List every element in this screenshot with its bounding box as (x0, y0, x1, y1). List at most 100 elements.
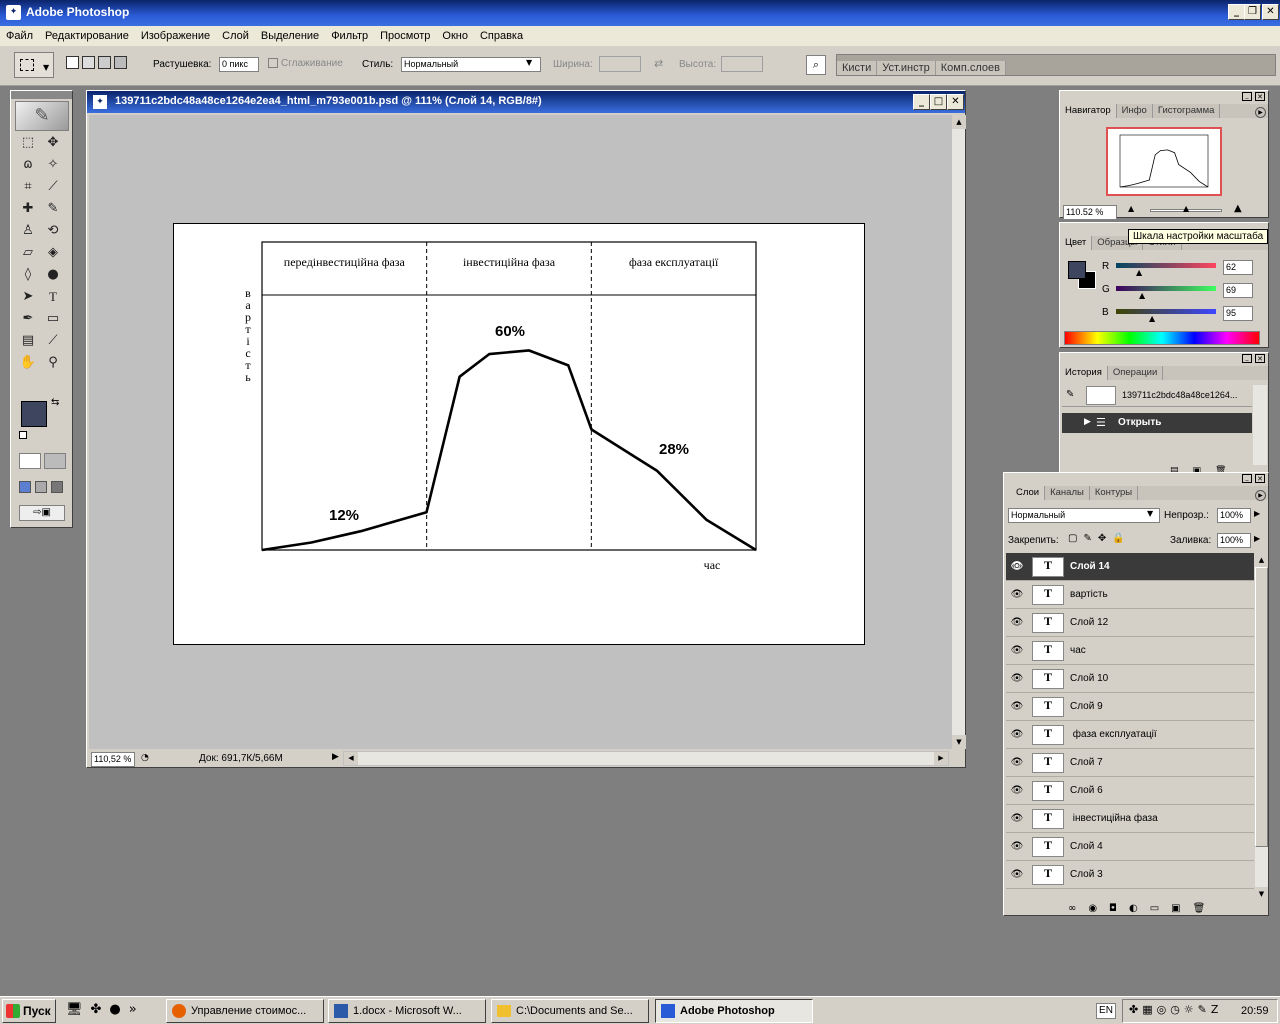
layer-row[interactable]: 👁 T Слой 7 (1006, 749, 1254, 777)
r-value-input[interactable]: 62 (1223, 260, 1253, 275)
menu-item-4[interactable]: Выделение (255, 30, 325, 42)
tab-layers[interactable]: Слои (1004, 486, 1046, 500)
crop-tool-icon[interactable]: ⌗ (18, 177, 38, 197)
doc-close-button[interactable]: ✕ (947, 94, 964, 110)
tab-navigator[interactable]: Навигатор (1060, 104, 1117, 118)
fill-arrow-icon[interactable]: ▶ (1254, 534, 1260, 543)
history-close-icon[interactable]: ✕ (1255, 354, 1265, 363)
tray-icons[interactable]: ✤▦◎◷☼✎Z (1129, 1003, 1222, 1016)
hand-tool-icon[interactable]: ✋ (18, 353, 38, 373)
tab-actions[interactable]: Операции (1108, 366, 1164, 380)
vertical-scrollbar[interactable]: ▲ ▼ (951, 115, 966, 749)
marquee-tool-preset[interactable]: ▼ (14, 52, 54, 78)
zoom-slider-thumb[interactable]: ▲ (1183, 204, 1189, 213)
visibility-eye-icon[interactable]: 👁 (1006, 721, 1028, 749)
feather-logo-icon[interactable]: ✎ (15, 101, 69, 131)
type-tool-icon[interactable]: T (43, 287, 63, 307)
taskbar-item-explorer[interactable]: C:\Documents and Se... (491, 999, 649, 1023)
history-minimize-icon[interactable]: _ (1242, 354, 1252, 363)
history-step-row[interactable]: ▶ ☰ Открыть (1062, 413, 1252, 433)
menu-item-6[interactable]: Просмотр (374, 30, 436, 42)
height-input[interactable] (721, 56, 763, 72)
layer-row[interactable]: 👁 Tчас (1006, 637, 1254, 665)
feather-input[interactable]: 0 пикс (219, 57, 259, 72)
navigator-thumbnail[interactable] (1106, 127, 1222, 196)
screen-mode-icons[interactable] (19, 481, 69, 495)
blend-chevron-down-icon[interactable]: ▼ (1147, 509, 1153, 518)
healing-brush-icon[interactable]: ✚ (18, 199, 38, 219)
swap-icon[interactable]: ⇄ (654, 57, 663, 70)
layer-row[interactable]: 👁 T Слой 3 (1006, 861, 1254, 889)
standard-mode-button[interactable] (19, 453, 41, 469)
layers-close-icon[interactable]: ✕ (1255, 474, 1265, 483)
visibility-eye-icon[interactable]: 👁 (1006, 609, 1028, 637)
notes-tool-icon[interactable]: ▤ (18, 331, 38, 351)
restore-button[interactable]: ❐ (1244, 4, 1261, 20)
panel-minimize-icon[interactable]: _ (1242, 92, 1252, 101)
layers-footer-icons[interactable]: ∞◉◘◐▭▣🗑 (1068, 903, 1264, 914)
taskbar-item-photoshop[interactable]: Adobe Photoshop (655, 999, 813, 1023)
menu-item-7[interactable]: Окно (436, 30, 474, 42)
slice-tool-icon[interactable]: ⟋ (43, 177, 63, 197)
visibility-eye-icon[interactable]: 👁 (1006, 581, 1028, 609)
tab-info[interactable]: Инфо (1117, 104, 1153, 118)
brush-tool-icon[interactable]: ✎ (43, 199, 63, 219)
image-canvas[interactable]: передінвестиційна фаза інвестиційна фаза ф… (173, 223, 865, 645)
doc-maximize-button[interactable]: □ (930, 94, 947, 110)
default-colors-icon[interactable] (19, 431, 27, 439)
blur-tool-icon[interactable]: ◊ (18, 265, 38, 285)
zoom-input[interactable]: 110,52 % (91, 752, 135, 767)
zoom-out-icon[interactable]: ▲ (1128, 204, 1134, 213)
panel-menu-icon[interactable]: ▶ (1255, 107, 1266, 118)
quick-mask-button[interactable] (44, 453, 66, 469)
swap-colors-icon[interactable]: ⇆ (51, 397, 59, 408)
visibility-eye-icon[interactable]: 👁 (1006, 637, 1028, 665)
dodge-tool-icon[interactable]: ● (43, 265, 63, 285)
eyedropper-icon[interactable]: ⟋ (43, 331, 63, 351)
pen-tool-icon[interactable]: ✒ (18, 309, 38, 329)
history-snapshot-row[interactable]: ✎ 139711c2bdc48a48ce1264... (1062, 385, 1252, 407)
tab-histogram[interactable]: Гистограмма (1153, 104, 1221, 118)
menu-item-8[interactable]: Справка (474, 30, 529, 42)
quick-launch-icons[interactable]: 🖥✤●» (66, 1002, 156, 1020)
layer-row[interactable]: 👁 T Слой 14 (1006, 553, 1254, 581)
tab-history[interactable]: История (1060, 366, 1108, 380)
b-slider-thumb[interactable]: ▲ (1149, 314, 1155, 323)
path-select-icon[interactable]: ➤ (18, 287, 38, 307)
taskbar-item-firefox[interactable]: Управление стоимос... (166, 999, 324, 1023)
layer-row[interactable]: 👁 T Слой 10 (1006, 665, 1254, 693)
lock-icons[interactable]: ▢✎✥🔒 (1068, 533, 1131, 544)
b-slider[interactable] (1116, 309, 1216, 314)
history-scrollbar[interactable] (1253, 385, 1267, 465)
status-menu-arrow[interactable]: ▶ (332, 752, 339, 762)
close-button[interactable]: ✕ (1262, 4, 1279, 20)
layer-row[interactable]: 👁 T Слой 4 (1006, 833, 1254, 861)
menu-item-1[interactable]: Редактирование (39, 30, 135, 42)
layer-row[interactable]: 👁 T інвестиційна фаза (1006, 805, 1254, 833)
antialias-checkbox[interactable] (268, 58, 278, 68)
chevron-down-icon[interactable]: ▼ (526, 58, 532, 67)
visibility-eye-icon[interactable]: 👁 (1006, 805, 1028, 833)
layer-row[interactable]: 👁 T Слой 9 (1006, 693, 1254, 721)
visibility-eye-icon[interactable]: 👁 (1006, 553, 1028, 581)
well-tab-tool-presets[interactable]: Уст.инстр (877, 61, 936, 75)
tab-color[interactable]: Цвет (1060, 236, 1093, 250)
menu-item-0[interactable]: Файл (0, 30, 39, 42)
layer-row[interactable]: 👁 T Слой 12 (1006, 609, 1254, 637)
well-tab-layer-comps[interactable]: Комп.слоев (935, 61, 1006, 75)
opacity-arrow-icon[interactable]: ▶ (1254, 509, 1260, 518)
horizontal-scrollbar[interactable]: ◀ ▶ (343, 751, 949, 766)
menu-item-2[interactable]: Изображение (135, 30, 216, 42)
panel-close-icon[interactable]: ✕ (1255, 92, 1265, 101)
visibility-eye-icon[interactable]: 👁 (1006, 693, 1028, 721)
minimize-button[interactable]: _ (1228, 4, 1245, 20)
layer-row[interactable]: 👁 T Слой 6 (1006, 777, 1254, 805)
shape-tool-icon[interactable]: ▭ (43, 309, 63, 329)
paint-bucket-icon[interactable]: ◈ (43, 243, 63, 263)
visibility-eye-icon[interactable]: 👁 (1006, 777, 1028, 805)
taskbar-item-word[interactable]: 1.docx - Microsoft W... (328, 999, 486, 1023)
menu-item-5[interactable]: Фильтр (325, 30, 374, 42)
spectrum-ramp[interactable] (1064, 331, 1260, 345)
visibility-eye-icon[interactable]: 👁 (1006, 749, 1028, 777)
layers-minimize-icon[interactable]: _ (1242, 474, 1252, 483)
